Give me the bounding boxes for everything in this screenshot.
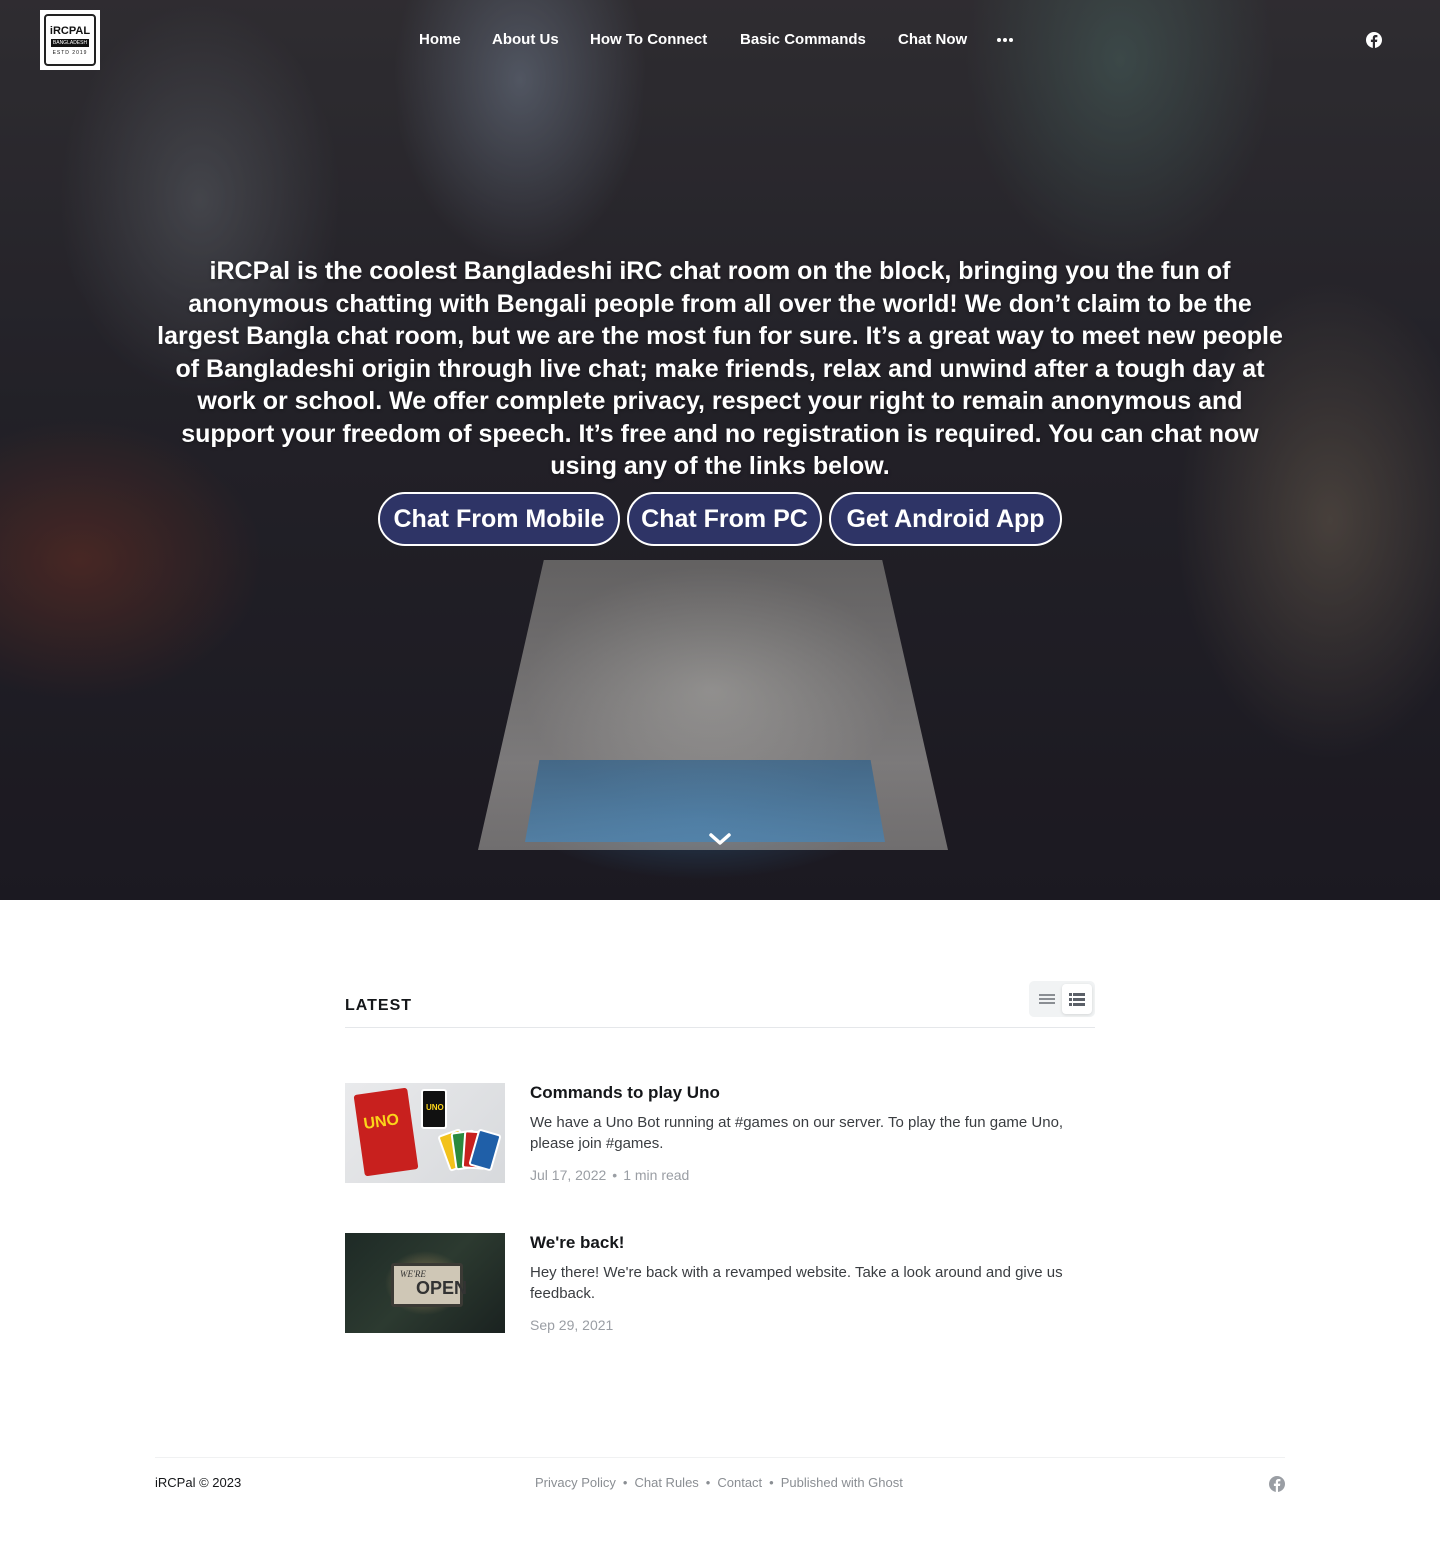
nav-about-us[interactable]: About Us: [492, 28, 559, 52]
main-nav: Home About Us How To Connect Basic Comma…: [0, 28, 1440, 52]
grid-list-view-icon[interactable]: [1062, 984, 1092, 1014]
footer-separator: •: [705, 1475, 711, 1490]
post-card[interactable]: UNO UNO Commands to play Uno We have a U…: [345, 1083, 1095, 1183]
footer-separator: •: [769, 1475, 774, 1490]
post-meta: Jul 17, 2022 • 1 min read: [530, 1166, 689, 1184]
uno-logo-text: UNO: [362, 1111, 401, 1133]
hero-intro-text: iRCPal is the coolest Bangladeshi iRC ch…: [157, 257, 1283, 480]
footer-link-chat-rules[interactable]: Chat Rules: [634, 1475, 698, 1490]
open-sign-image: WE'RE OPEN: [391, 1263, 467, 1307]
nav-home[interactable]: Home: [419, 28, 461, 52]
more-dots-icon[interactable]: [997, 34, 1015, 46]
get-android-app-button[interactable]: Get Android App: [829, 492, 1062, 546]
footer-link-privacy-policy[interactable]: Privacy Policy: [535, 1475, 616, 1490]
chat-from-mobile-button[interactable]: Chat From Mobile: [378, 492, 620, 546]
facebook-icon[interactable]: [1366, 32, 1382, 48]
chat-from-pc-button[interactable]: Chat From PC: [627, 492, 822, 546]
facebook-icon[interactable]: [1269, 1476, 1285, 1492]
footer-separator: •: [622, 1475, 628, 1490]
uno-card-image: UNO: [421, 1089, 447, 1129]
latest-header: LATEST: [345, 996, 1095, 1028]
view-toggle: [1029, 981, 1095, 1017]
post-excerpt: We have a Uno Bot running at #games on o…: [530, 1114, 1064, 1152]
post-title[interactable]: Commands to play Uno: [530, 1083, 720, 1103]
footer-link-contact[interactable]: Contact: [717, 1475, 762, 1490]
uno-box-image: UNO: [353, 1087, 419, 1177]
post-reading-time: 1 min read: [623, 1167, 690, 1183]
nav-chat-now[interactable]: Chat Now: [898, 28, 967, 52]
laptop-screen-image: [525, 760, 885, 842]
open-sign-text: OPEN: [416, 1278, 468, 1298]
nav-basic-commands[interactable]: Basic Commands: [740, 28, 866, 52]
post-thumbnail[interactable]: WE'RE OPEN: [345, 1233, 505, 1333]
post-date: Jul 17, 2022: [530, 1167, 607, 1183]
post-excerpt: Hey there! We're back with a revamped we…: [530, 1264, 1063, 1302]
uno-card-text: UNO: [426, 1103, 444, 1112]
post-date: Sep 29, 2021: [530, 1317, 614, 1333]
site-header: iRCPAL BANGLADESH ESTD 2019 Home About U…: [0, 0, 1440, 80]
meta-separator: •: [612, 1167, 618, 1183]
chevron-down-icon[interactable]: [708, 830, 732, 850]
footer-copyright: iRCPal © 2023: [155, 1475, 242, 1490]
footer-link-published-with-ghost[interactable]: Published with Ghost: [781, 1475, 903, 1490]
post-title[interactable]: We're back!: [530, 1233, 624, 1253]
latest-title: LATEST: [345, 997, 413, 1014]
post-card[interactable]: WE'RE OPEN We're back! Hey there! We're …: [345, 1233, 1095, 1333]
post-thumbnail[interactable]: UNO UNO: [345, 1083, 505, 1183]
post-meta: Sep 29, 2021: [530, 1316, 613, 1334]
footer-links: Privacy Policy • Chat Rules • Contact • Publis…: [535, 1475, 903, 1490]
list-view-icon[interactable]: [1032, 984, 1062, 1014]
site-footer: iRCPal © 2023 Privacy Policy • Chat Rules •…: [155, 1457, 1285, 1507]
nav-how-to-connect[interactable]: How To Connect: [590, 28, 707, 52]
